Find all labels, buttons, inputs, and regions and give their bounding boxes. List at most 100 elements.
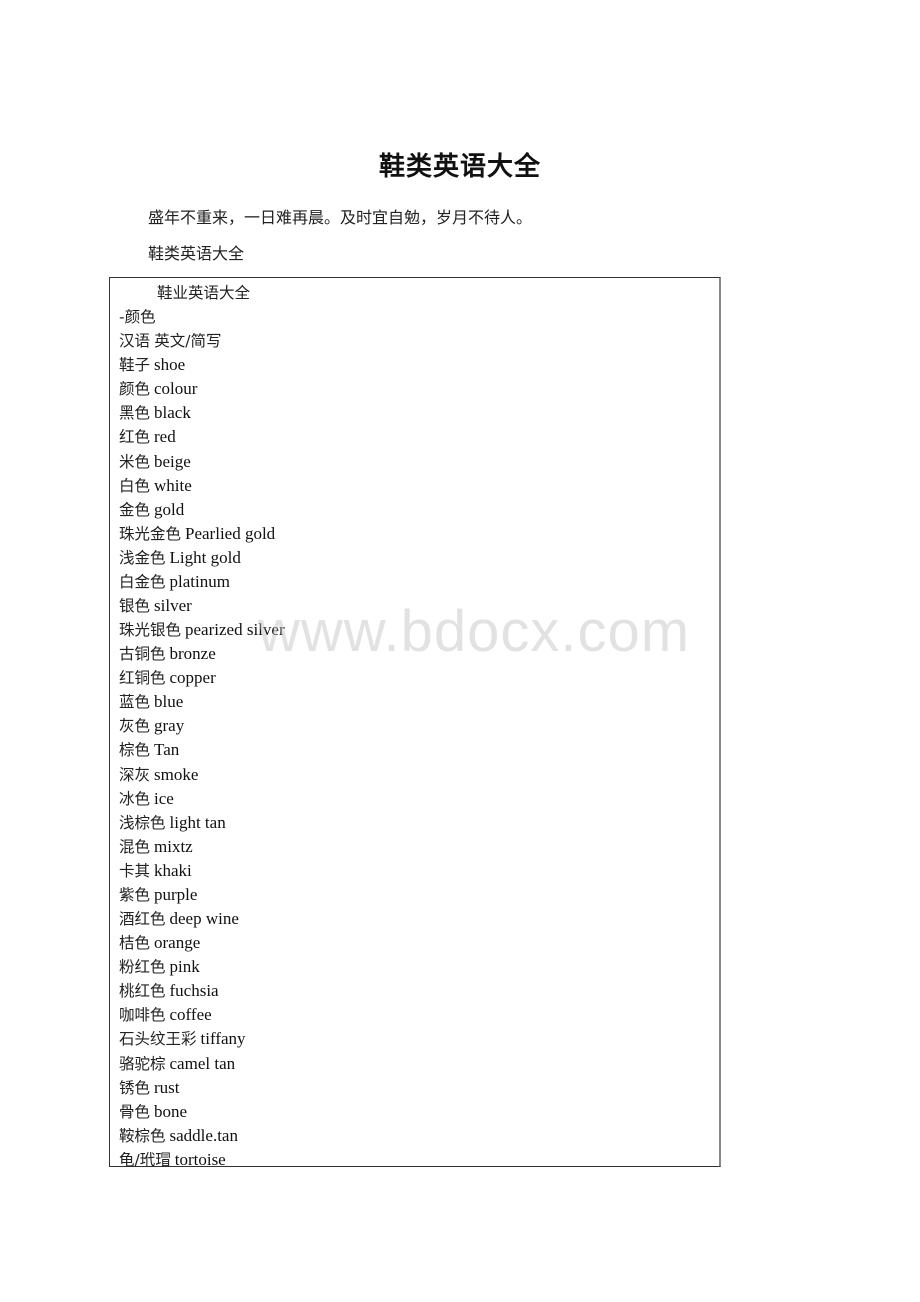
entry-chinese: 酒红色 <box>119 910 166 929</box>
intro-paragraph: 盛年不重来，一日难再晨。及时宜自勉，岁月不待人。 <box>148 208 533 227</box>
vocabulary-entry: 酒红色 deep wine <box>119 907 285 931</box>
entry-chinese: 骨色 <box>119 1102 151 1121</box>
entry-english: Light gold <box>169 547 241 567</box>
vocabulary-entry: 白色 white <box>119 474 285 498</box>
vocabulary-entry: 白金色 platinum <box>119 570 285 594</box>
vocabulary-entry: 骆驼棕 camel tan <box>119 1052 285 1076</box>
box-heading-text: 鞋业英语大全 <box>157 284 251 302</box>
entry-english: saddle.tan <box>169 1125 238 1145</box>
entry-english: deep wine <box>169 909 239 929</box>
entry-english: Tan <box>154 740 180 760</box>
vocabulary-entry: 红铜色 copper <box>119 666 285 690</box>
vocabulary-entry: 咖啡色 coffee <box>119 1003 285 1027</box>
vocabulary-entry: 浅棕色 light tan <box>119 811 285 835</box>
entry-english: black <box>154 403 191 423</box>
section-label-text: -颜色 <box>119 308 156 327</box>
vocabulary-entry: 混色 mixtz <box>119 835 285 859</box>
entry-english: purple <box>154 884 198 904</box>
vocabulary-entry: 锈色 rust <box>119 1076 285 1100</box>
vocabulary-entry: 灰色 gray <box>119 714 285 738</box>
entry-english: smoke <box>154 764 199 784</box>
entry-chinese: 石头纹王彩 <box>119 1030 197 1049</box>
entry-chinese: 珠光金色 <box>119 524 182 543</box>
entry-english: white <box>154 475 192 495</box>
entry-english: tortoise <box>174 1149 226 1169</box>
vocabulary-entry: 卡其 khaki <box>119 859 285 883</box>
entry-english: rust <box>154 1077 180 1097</box>
column-header-zh: 汉语 <box>119 332 151 351</box>
entry-english: platinum <box>169 571 230 591</box>
entry-chinese: 古铜色 <box>119 645 166 664</box>
vocabulary-entry: 古铜色 bronze <box>119 642 285 666</box>
entry-english: silver <box>154 596 192 616</box>
vocabulary-entry: 紫色 purple <box>119 883 285 907</box>
entry-chinese: 骆驼棕 <box>119 1054 166 1073</box>
entry-chinese: 紫色 <box>119 885 151 904</box>
entry-chinese: 龟/玳瑁 <box>119 1150 171 1169</box>
entry-chinese: 颜色 <box>119 380 151 399</box>
vocabulary-entry: 龟/玳瑁 tortoise <box>119 1148 285 1172</box>
entry-chinese: 混色 <box>119 837 151 856</box>
entry-english: blue <box>154 692 184 712</box>
entry-chinese: 棕色 <box>119 741 151 760</box>
entry-chinese: 金色 <box>119 500 151 519</box>
vocabulary-entry: 浅金色 Light gold <box>119 546 285 570</box>
vocabulary-entry: 冰色 ice <box>119 787 285 811</box>
entry-chinese: 红色 <box>119 428 151 447</box>
entry-english: shoe <box>154 355 186 375</box>
vocabulary-entry: 银色 silver <box>119 594 285 618</box>
document-title: 鞋类英语大全 <box>378 152 541 182</box>
entry-chinese: 白色 <box>119 476 151 495</box>
vocabulary-list: 鞋业英语大全 -颜色 汉语 英文/简写 鞋子 shoe 颜色 colour 黑色 blac… <box>119 281 285 1172</box>
entry-english: coffee <box>169 1005 212 1025</box>
entry-chinese: 浅金色 <box>119 548 166 567</box>
entry-chinese: 银色 <box>119 597 151 616</box>
vocabulary-entry: 桃红色 fuchsia <box>119 979 285 1003</box>
entry-chinese: 鞋子 <box>119 356 151 375</box>
entry-chinese: 锈色 <box>119 1078 151 1097</box>
entry-chinese: 粉红色 <box>119 958 166 977</box>
entry-chinese: 蓝色 <box>119 693 151 712</box>
entry-english: red <box>154 427 176 447</box>
vocabulary-box: 鞋业英语大全 -颜色 汉语 英文/简写 鞋子 shoe 颜色 colour 黑色 blac… <box>109 277 721 1169</box>
vocabulary-entry: 珠光金色 Pearlied gold <box>119 522 285 546</box>
vocabulary-entry: 棕色 Tan <box>119 738 285 762</box>
entry-english: khaki <box>154 860 192 880</box>
entry-chinese: 红铜色 <box>119 669 166 688</box>
entry-english: colour <box>154 379 198 399</box>
entry-english: beige <box>154 451 191 471</box>
vocabulary-entry: 米色 beige <box>119 450 285 474</box>
entry-english: pink <box>169 957 200 977</box>
entry-chinese: 咖啡色 <box>119 1006 166 1025</box>
entry-chinese: 深灰 <box>119 765 151 784</box>
vocabulary-entry: 深灰 smoke <box>119 763 285 787</box>
entry-english: gray <box>154 716 185 736</box>
entry-chinese: 卡其 <box>119 861 151 880</box>
entry-english: light tan <box>169 812 226 832</box>
entry-chinese: 冰色 <box>119 789 151 808</box>
entry-chinese: 桔色 <box>119 934 151 953</box>
vocabulary-entry: 珠光银色 pearized silver <box>119 618 285 642</box>
entry-chinese: 黑色 <box>119 404 151 423</box>
vocabulary-entry: 鞍棕色 saddle.tan <box>119 1124 285 1148</box>
section-label: -颜色 <box>119 305 285 329</box>
entry-english: ice <box>154 788 174 808</box>
column-header: 汉语 英文/简写 <box>119 329 285 353</box>
entry-english: tiffany <box>200 1029 246 1049</box>
box-heading: 鞋业英语大全 <box>119 281 285 305</box>
vocabulary-entry: 金色 gold <box>119 498 285 522</box>
vocabulary-entry: 骨色 bone <box>119 1100 285 1124</box>
vocabulary-entry: 黑色 black <box>119 401 285 425</box>
entry-english: Pearlied gold <box>185 523 276 543</box>
entry-english: camel tan <box>169 1053 236 1073</box>
column-header-en: 英文/简写 <box>154 332 222 351</box>
vocabulary-entry: 桔色 orange <box>119 931 285 955</box>
vocabulary-entry: 蓝色 blue <box>119 690 285 714</box>
entry-chinese: 珠光银色 <box>119 621 182 640</box>
entry-chinese: 白金色 <box>119 572 166 591</box>
subtitle-paragraph: 鞋类英语大全 <box>148 244 245 263</box>
vocabulary-entry: 石头纹王彩 tiffany <box>119 1027 285 1051</box>
vocabulary-entry: 红色 red <box>119 425 285 449</box>
vocabulary-entry: 颜色 colour <box>119 377 285 401</box>
entry-english: bone <box>154 1101 188 1121</box>
